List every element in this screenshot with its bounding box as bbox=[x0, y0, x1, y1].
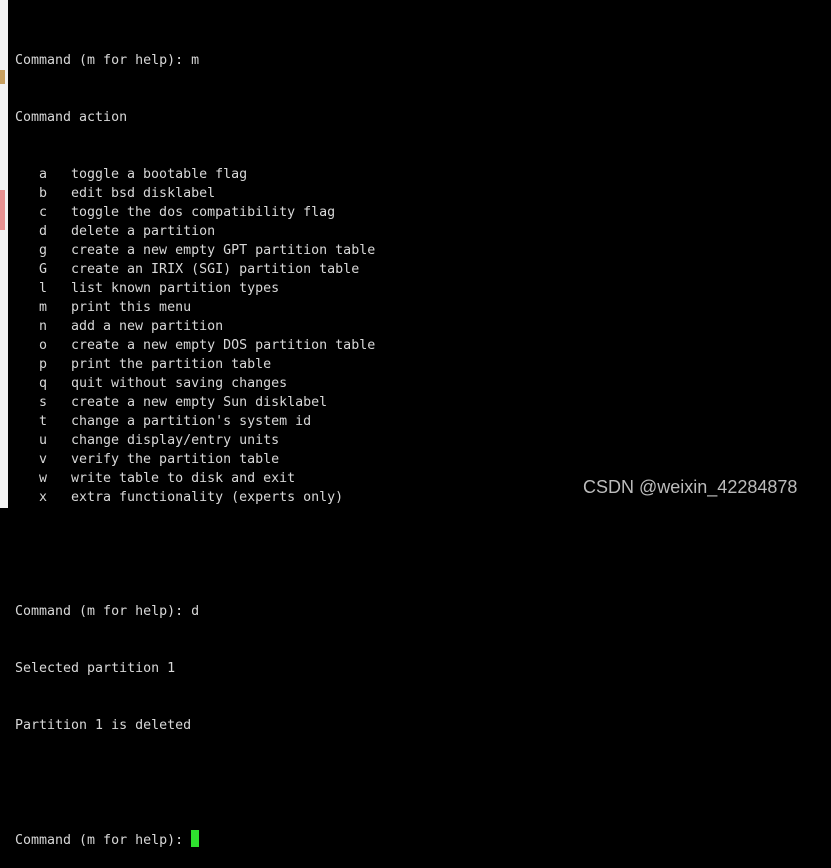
menu-desc: print the partition table bbox=[71, 357, 272, 372]
menu-item: o create a new empty DOS partition table bbox=[15, 336, 375, 355]
current-prompt: Command (m for help): bbox=[15, 833, 192, 848]
cursor bbox=[191, 830, 200, 847]
menu-item: s create a new empty Sun disklabel bbox=[15, 393, 375, 412]
menu-desc: delete a partition bbox=[71, 224, 216, 239]
menu-key: l bbox=[39, 281, 48, 296]
menu-key: v bbox=[39, 452, 48, 467]
menu-item: x extra functionality (experts only) bbox=[15, 488, 375, 507]
menu-item: l list known partition types bbox=[15, 279, 375, 298]
menu-desc: add a new partition bbox=[71, 319, 224, 334]
menu-desc: toggle a bootable flag bbox=[71, 167, 248, 182]
menu-item: Gcreate an IRIX (SGI) partition table bbox=[15, 260, 375, 279]
menu-item: t change a partition's system id bbox=[15, 412, 375, 431]
menu-key: d bbox=[39, 224, 48, 239]
menu-desc: create an IRIX (SGI) partition table bbox=[71, 262, 360, 277]
command-menu: a toggle a bootable flag b edit bsd disklab… bbox=[15, 165, 375, 507]
menu-key: n bbox=[39, 319, 48, 334]
menu-item: c toggle the dos compatibility flag bbox=[15, 203, 375, 222]
menu-key: q bbox=[39, 376, 48, 391]
menu-desc: verify the partition table bbox=[71, 452, 280, 467]
menu-desc: list known partition types bbox=[71, 281, 280, 296]
menu-key: a bbox=[39, 167, 48, 182]
menu-desc: print this menu bbox=[71, 300, 192, 315]
menu-desc: write table to disk and exit bbox=[71, 471, 296, 486]
menu-item: g create a new empty GPT partition table bbox=[15, 241, 375, 260]
terminal-output[interactable]: Command (m for help): m Command action a… bbox=[15, 13, 375, 868]
menu-item: u change display/entry units bbox=[15, 431, 375, 450]
output-line: Partition 1 is deleted bbox=[15, 718, 192, 733]
menu-item: w write table to disk and exit bbox=[15, 469, 375, 488]
menu-key: w bbox=[39, 471, 48, 486]
menu-item: d delete a partition bbox=[15, 222, 375, 241]
menu-desc: toggle the dos compatibility flag bbox=[71, 205, 336, 220]
menu-key: u bbox=[39, 433, 48, 448]
menu-key: s bbox=[39, 395, 48, 410]
menu-key: G bbox=[39, 262, 48, 277]
menu-desc: create a new empty DOS partition table bbox=[71, 338, 376, 353]
menu-desc: extra functionality (experts only) bbox=[71, 490, 344, 505]
menu-desc: create a new empty Sun disklabel bbox=[71, 395, 328, 410]
menu-item: v verify the partition table bbox=[15, 450, 375, 469]
menu-key: g bbox=[39, 243, 48, 258]
menu-desc: change display/entry units bbox=[71, 433, 280, 448]
menu-item: b edit bsd disklabel bbox=[15, 184, 375, 203]
menu-key: p bbox=[39, 357, 48, 372]
menu-item: a toggle a bootable flag bbox=[15, 165, 375, 184]
menu-desc: edit bsd disklabel bbox=[71, 186, 216, 201]
prompt-line: Command (m for help): m bbox=[15, 53, 200, 68]
menu-desc: quit without saving changes bbox=[71, 376, 288, 391]
output-line: Selected partition 1 bbox=[15, 661, 176, 676]
menu-key: x bbox=[39, 490, 48, 505]
watermark: CSDN @weixin_42284878 bbox=[583, 477, 798, 497]
menu-key: o bbox=[39, 338, 48, 353]
menu-item: q quit without saving changes bbox=[15, 374, 375, 393]
prompt-line: Command (m for help): d bbox=[15, 604, 200, 619]
menu-header: Command action bbox=[15, 110, 128, 125]
menu-item: n add a new partition bbox=[15, 317, 375, 336]
menu-key: c bbox=[39, 205, 48, 220]
menu-item: m print this menu bbox=[15, 298, 375, 317]
menu-key: m bbox=[39, 300, 48, 315]
menu-key: t bbox=[39, 414, 48, 429]
menu-item: p print the partition table bbox=[15, 355, 375, 374]
menu-desc: change a partition's system id bbox=[71, 414, 312, 429]
menu-key: b bbox=[39, 186, 48, 201]
menu-desc: create a new empty GPT partition table bbox=[71, 243, 376, 258]
left-window-edge bbox=[0, 0, 8, 508]
